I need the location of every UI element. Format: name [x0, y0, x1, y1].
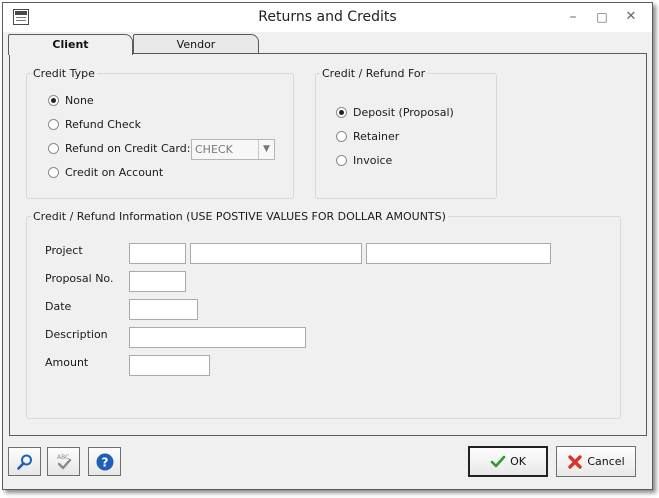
- checkmark-icon: [490, 455, 506, 467]
- project-code-input[interactable]: [129, 243, 186, 264]
- spellcheck-icon: ABC: [57, 454, 71, 469]
- cancel-x-icon: [568, 454, 583, 469]
- radio-refund-check[interactable]: Refund Check: [48, 116, 141, 132]
- proposal-no-input[interactable]: [129, 271, 186, 292]
- ok-button[interactable]: OK: [468, 446, 548, 477]
- radio-invoice-label: Invoice: [353, 153, 393, 167]
- minimize-button[interactable]: –: [562, 7, 584, 27]
- credit-type-legend: Credit Type: [33, 67, 95, 80]
- radio-refund-credit-card-indicator[interactable]: [48, 142, 59, 154]
- svg-text:ABC: ABC: [57, 454, 69, 461]
- search-button[interactable]: [8, 447, 41, 476]
- refund-info-legend: Credit / Refund Information (USE POSTIVE…: [33, 210, 446, 223]
- project-name-input[interactable]: [190, 243, 362, 264]
- radio-refund-credit-card[interactable]: Refund on Credit Card:: [48, 140, 190, 156]
- radio-refund-credit-card-label: Refund on Credit Card:: [65, 141, 191, 155]
- radio-invoice-indicator[interactable]: [336, 154, 347, 166]
- radio-deposit-proposal-indicator[interactable]: [336, 106, 347, 118]
- cancel-label: Cancel: [587, 455, 625, 468]
- maximize-button[interactable]: □: [591, 7, 613, 27]
- project-extra-input[interactable]: [366, 243, 551, 264]
- radio-credit-on-account[interactable]: Credit on Account: [48, 164, 163, 180]
- radio-retainer[interactable]: Retainer: [336, 128, 399, 144]
- radio-none[interactable]: None: [48, 92, 94, 108]
- returns-credits-window: Returns and Credits – □ ✕ Client Vendor …: [2, 2, 653, 490]
- project-label: Project: [45, 244, 83, 257]
- radio-retainer-label: Retainer: [353, 129, 400, 143]
- svg-text:?: ?: [101, 455, 108, 469]
- radio-deposit-proposal-label: Deposit (Proposal): [353, 105, 454, 119]
- radio-credit-on-account-label: Credit on Account: [65, 165, 164, 179]
- radio-retainer-indicator[interactable]: [336, 130, 347, 142]
- radio-credit-on-account-indicator[interactable]: [48, 166, 59, 178]
- card-type-select[interactable]: CHECK ▼: [191, 139, 275, 160]
- title-bar: Returns and Credits – □ ✕: [3, 3, 652, 32]
- refund-info-group: Credit / Refund Information (USE POSTIVE…: [26, 210, 621, 419]
- magnifier-icon: [16, 454, 32, 470]
- chevron-down-icon[interactable]: ▼: [258, 140, 274, 159]
- help-icon: ?: [96, 453, 113, 470]
- ok-label: OK: [510, 455, 526, 468]
- amount-label: Amount: [45, 356, 89, 369]
- cancel-button[interactable]: Cancel: [556, 446, 636, 477]
- radio-deposit-proposal[interactable]: Deposit (Proposal): [336, 104, 454, 120]
- client-tab-panel: Credit Type None Refund Check Refund on …: [9, 53, 647, 436]
- tab-client[interactable]: Client: [8, 34, 133, 55]
- spellcheck-button[interactable]: ABC: [47, 447, 80, 476]
- proposal-no-label: Proposal No.: [45, 272, 114, 285]
- description-input[interactable]: [129, 327, 306, 348]
- date-input[interactable]: [129, 299, 198, 320]
- close-button[interactable]: ✕: [620, 7, 642, 27]
- radio-refund-check-indicator[interactable]: [48, 118, 59, 130]
- radio-refund-check-label: Refund Check: [65, 117, 142, 131]
- date-label: Date: [45, 300, 72, 313]
- description-label: Description: [45, 328, 108, 341]
- window-title: Returns and Credits: [258, 9, 397, 25]
- radio-none-label: None: [65, 93, 94, 107]
- help-button[interactable]: ?: [88, 447, 121, 476]
- tab-vendor[interactable]: Vendor: [133, 34, 259, 54]
- radio-invoice[interactable]: Invoice: [336, 152, 392, 168]
- amount-input[interactable]: [129, 355, 210, 376]
- card-type-value: CHECK: [195, 143, 233, 156]
- radio-none-indicator[interactable]: [48, 94, 59, 106]
- credit-for-legend: Credit / Refund For: [322, 67, 426, 80]
